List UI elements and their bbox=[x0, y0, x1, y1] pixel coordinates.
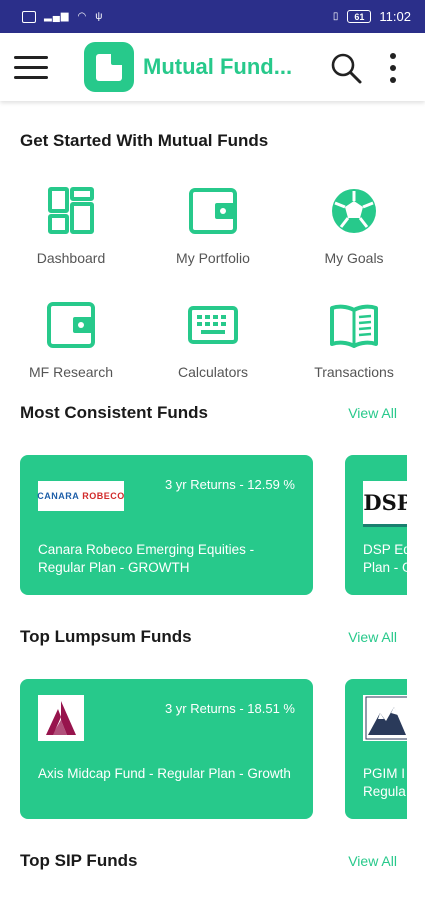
more-dot bbox=[390, 77, 396, 83]
most-consistent-view-all[interactable]: View All bbox=[348, 405, 397, 421]
clock: 11:02 bbox=[379, 9, 411, 24]
menu-icon-line bbox=[14, 65, 48, 69]
most-consistent-carousel[interactable]: CANARA ROBECO 3 yr Returns - 12.59 % Cana… bbox=[20, 455, 407, 595]
logo-text: CANARA bbox=[37, 491, 80, 501]
wallet-research-icon bbox=[47, 302, 95, 348]
most-consistent-header: Most Consistent Funds View All bbox=[20, 403, 397, 423]
football-icon bbox=[332, 189, 376, 233]
fund-card[interactable]: DSP DSP Eq Plan - G bbox=[345, 455, 407, 595]
menu-icon-line bbox=[14, 75, 48, 79]
dashboard-icon bbox=[48, 187, 94, 234]
fund-name: PGIM I Regula bbox=[363, 765, 407, 801]
app-logo-icon bbox=[84, 42, 134, 92]
battery-icon: 61 bbox=[347, 10, 372, 23]
brand: Mutual Fund... bbox=[84, 42, 292, 92]
fund-name: Canara Robeco Emerging Equities - Regula… bbox=[38, 542, 255, 575]
top-sip-header: Top SIP Funds View All bbox=[20, 851, 397, 871]
canara-robeco-logo: CANARA ROBECO bbox=[37, 481, 125, 511]
vibrate-icon: ▯ bbox=[332, 11, 340, 22]
fund-returns: 3 yr Returns - 12.59 % bbox=[164, 477, 295, 492]
app-bar: Mutual Fund... bbox=[0, 33, 425, 101]
calculators-tile[interactable]: Calculators bbox=[143, 300, 283, 380]
hamburger-menu-button[interactable] bbox=[14, 47, 54, 87]
top-lumpsum-title: Top Lumpsum Funds bbox=[20, 627, 192, 646]
wifi-icon: ◠ bbox=[77, 11, 88, 22]
status-left: ▂▄▆ ◠ ψ bbox=[22, 10, 104, 23]
my-goals-tile[interactable]: My Goals bbox=[284, 186, 424, 266]
usb-icon: ψ bbox=[95, 11, 104, 22]
status-bar: ▂▄▆ ◠ ψ ▯ 61 11:02 bbox=[0, 0, 425, 33]
fund-name-line: DSP Eq bbox=[363, 542, 407, 557]
calculators-label: Calculators bbox=[177, 364, 249, 380]
wallet-icon bbox=[189, 188, 237, 234]
transactions-label: Transactions bbox=[314, 364, 394, 380]
search-button[interactable] bbox=[329, 51, 363, 85]
top-lumpsum-view-all[interactable]: View All bbox=[348, 629, 397, 645]
dashboard-tile[interactable]: Dashboard bbox=[1, 186, 141, 266]
search-icon bbox=[331, 53, 362, 84]
my-portfolio-tile[interactable]: My Portfolio bbox=[143, 186, 283, 266]
top-sip-title: Top SIP Funds bbox=[20, 851, 138, 870]
my-goals-label: My Goals bbox=[324, 250, 384, 266]
fund-name-line: Plan - G bbox=[363, 560, 407, 575]
fund-card[interactable]: PGIM I Regula bbox=[345, 679, 407, 819]
pgim-logo-icon bbox=[365, 696, 407, 740]
axis-logo bbox=[38, 695, 84, 741]
fund-name-line: Regula bbox=[363, 784, 406, 799]
fund-card[interactable]: 3 yr Returns - 18.51 % Axis Midcap Fund … bbox=[20, 679, 313, 819]
dashboard-label: Dashboard bbox=[36, 250, 106, 266]
fund-name-line: PGIM I bbox=[363, 766, 406, 781]
fund-returns: 3 yr Returns - 18.51 % bbox=[164, 701, 295, 716]
fund-card[interactable]: CANARA ROBECO 3 yr Returns - 12.59 % Cana… bbox=[20, 455, 313, 595]
logo-text: ROBECO bbox=[82, 491, 125, 501]
top-lumpsum-carousel[interactable]: 3 yr Returns - 18.51 % Axis Midcap Fund … bbox=[20, 679, 407, 819]
fund-name: Axis Midcap Fund - Regular Plan - Growth bbox=[38, 766, 291, 781]
app-title: Mutual Fund... bbox=[143, 54, 293, 79]
sim-icon bbox=[22, 10, 36, 23]
fund-name: DSP Eq Plan - G bbox=[363, 541, 407, 577]
most-consistent-title: Most Consistent Funds bbox=[20, 403, 208, 422]
get-started-title: Get Started With Mutual Funds bbox=[20, 131, 269, 150]
mf-research-label: MF Research bbox=[28, 364, 114, 380]
more-dot bbox=[390, 65, 396, 71]
top-lumpsum-header: Top Lumpsum Funds View All bbox=[20, 627, 397, 647]
status-right: ▯ 61 11:02 bbox=[333, 9, 411, 24]
menu-icon-line bbox=[14, 55, 48, 59]
axis-logo-icon bbox=[46, 701, 76, 735]
top-sip-view-all[interactable]: View All bbox=[348, 853, 397, 869]
pgim-logo bbox=[363, 695, 407, 741]
mf-research-tile[interactable]: MF Research bbox=[1, 300, 141, 380]
dsp-logo: DSP bbox=[363, 481, 407, 527]
signal-icon: ▂▄▆ bbox=[44, 11, 70, 22]
more-dot bbox=[390, 53, 396, 59]
my-portfolio-label: My Portfolio bbox=[176, 250, 250, 266]
transactions-tile[interactable]: Transactions bbox=[284, 300, 424, 380]
keyboard-icon bbox=[188, 306, 238, 344]
more-options-button[interactable] bbox=[387, 53, 399, 83]
book-icon bbox=[330, 304, 378, 348]
